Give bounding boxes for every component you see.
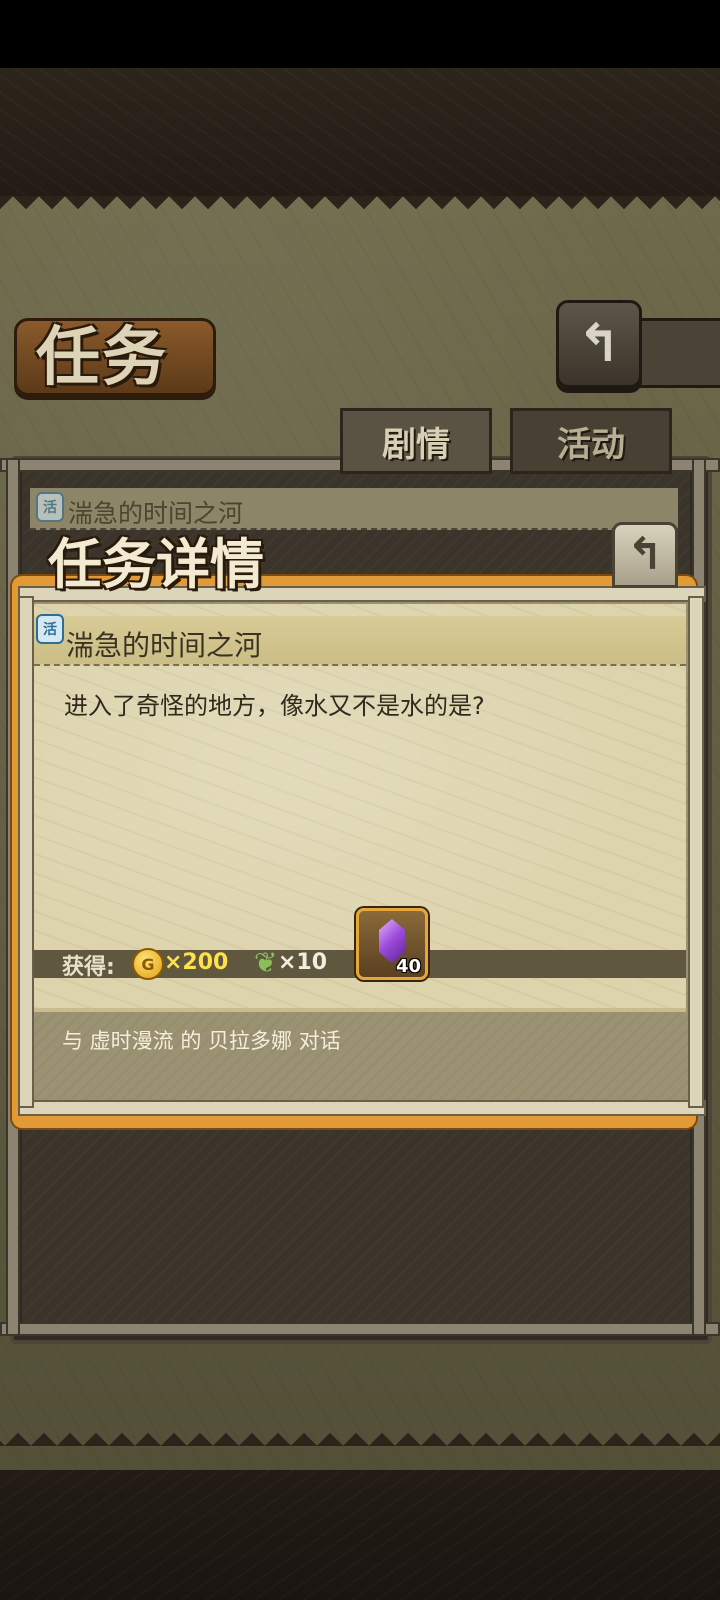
torn-edge-bottom	[0, 1410, 720, 1446]
feather-icon: ❦	[254, 946, 278, 979]
dialog-bar-left	[18, 596, 34, 1108]
feather-amount: ×10	[278, 950, 328, 975]
gold-coin-icon: G	[132, 948, 164, 980]
dialog-bar-right	[688, 596, 704, 1108]
back-button[interactable]: ↰	[556, 300, 642, 388]
reward-label: 获得:	[62, 955, 115, 980]
quest-description: 进入了奇怪的地方，像水又不是水的是?	[64, 692, 485, 720]
dialog-bar-bottom	[18, 1100, 706, 1116]
tab-event[interactable]: 活动	[510, 408, 672, 474]
back-button-rail	[630, 318, 720, 388]
page-title: 任务	[36, 320, 168, 395]
dialog-title: 任务详情	[48, 532, 264, 596]
quest-objective: 与 虚时漫流 的 贝拉多娜 对话	[62, 1029, 341, 1053]
quest-name: 湍急的时间之河	[66, 629, 263, 662]
torn-edge-top	[0, 196, 720, 232]
background-top	[0, 68, 720, 196]
gold-amount: ×200	[164, 950, 229, 975]
reward-item-slot[interactable]: 40	[356, 908, 428, 980]
back-arrow-icon: ↰	[577, 314, 621, 374]
background-bottom	[0, 1470, 720, 1600]
panel-rail-bottom	[0, 1322, 720, 1336]
active-badge: 活	[36, 614, 64, 644]
dialog-back-button[interactable]: ↰	[612, 522, 678, 588]
reward-item-count: 40	[395, 956, 421, 977]
back-arrow-icon: ↰	[626, 529, 664, 580]
tab-story[interactable]: 剧情	[340, 408, 492, 474]
status-bar	[0, 0, 720, 68]
active-badge: 活	[36, 492, 64, 522]
